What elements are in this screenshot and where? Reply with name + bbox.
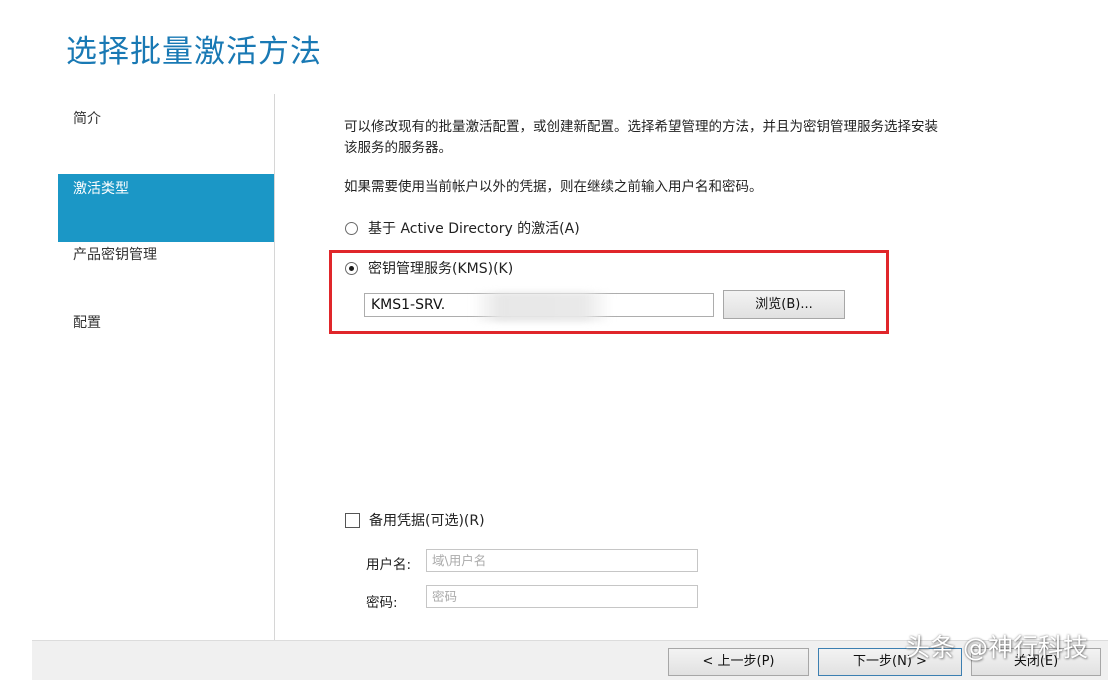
browse-button[interactable]: 浏览(B)... <box>723 290 845 319</box>
radio-kms-label: 密钥管理服务(KMS)(K) <box>368 261 514 277</box>
prev-button[interactable]: < 上一步(P) <box>668 648 809 676</box>
description-line-2: 该服务的服务器。 <box>344 140 452 156</box>
sidebar-item-label: 配置 <box>73 315 101 331</box>
alt-credentials-checkbox[interactable]: 备用凭据(可选)(R) <box>345 510 485 530</box>
description-text: 可以修改现有的批量激活配置，或创建新配置。选择希望管理的方法，并且为密钥管理服务… <box>344 117 938 159</box>
alt-credentials-box[interactable] <box>345 512 360 528</box>
radio-ad-label: 基于 Active Directory 的激活(A) <box>368 221 580 237</box>
radio-ad-activation[interactable]: 基于 Active Directory 的激活(A) <box>345 218 580 238</box>
alt-credentials-label: 备用凭据(可选)(R) <box>369 513 485 529</box>
username-label: 用户名: <box>366 557 412 573</box>
description-line-1: 可以修改现有的批量激活配置，或创建新配置。选择希望管理的方法，并且为密钥管理服务… <box>344 119 938 135</box>
sidebar-divider <box>274 94 275 640</box>
page-title: 选择批量激活方法 <box>66 34 322 70</box>
watermark: 头条 @神行科技 <box>905 633 1088 662</box>
activation-wizard: 选择批量激活方法 简介 激活类型 产品密钥管理 配置 可以修改现有的批量激活配置… <box>0 0 1108 680</box>
sidebar-item-label: 简介 <box>73 111 101 127</box>
sidebar-item-product-key[interactable]: 产品密钥管理 <box>58 240 274 308</box>
redacted-blur <box>472 292 612 322</box>
sidebar-item-label: 激活类型 <box>73 181 129 197</box>
sidebar-item-configuration[interactable]: 配置 <box>58 308 274 376</box>
radio-kms-circle[interactable] <box>345 261 358 275</box>
wizard-steps-sidebar: 简介 激活类型 产品密钥管理 配置 <box>58 94 275 640</box>
credentials-hint: 如果需要使用当前帐户以外的凭据，则在继续之前输入用户名和密码。 <box>344 179 763 195</box>
password-input[interactable]: 密码 <box>426 585 698 608</box>
radio-ad-circle[interactable] <box>345 221 358 235</box>
password-label: 密码: <box>366 595 398 611</box>
username-input[interactable]: 域\用户名 <box>426 549 698 572</box>
sidebar-item-label: 产品密钥管理 <box>73 247 157 263</box>
sidebar-item-intro[interactable]: 简介 <box>58 104 274 172</box>
radio-kms[interactable]: 密钥管理服务(KMS)(K) <box>345 258 513 278</box>
sidebar-item-activation-type[interactable]: 激活类型 <box>58 174 274 242</box>
